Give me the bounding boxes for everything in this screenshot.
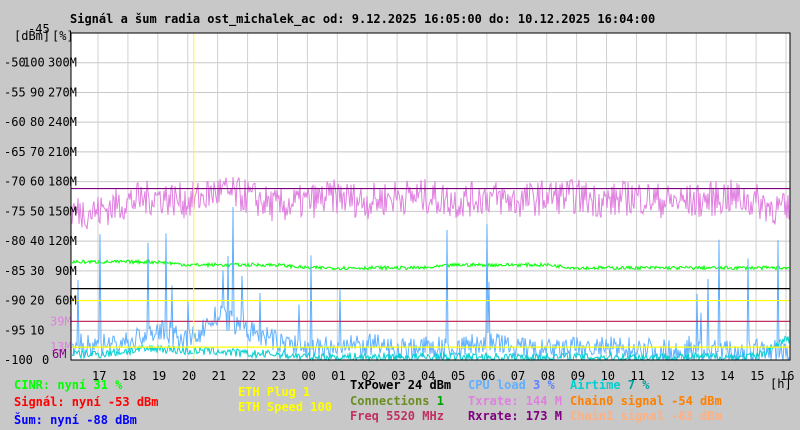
connections-value: 1 [436, 394, 444, 408]
y-tick-m: 60M [55, 294, 77, 308]
y-tick-dbm: -75 [4, 204, 26, 218]
legend-txrate: Txrate: 144 M [468, 394, 562, 408]
x-tick: 05 [451, 369, 465, 383]
x-tick: 00 [301, 369, 315, 383]
legend-signal: Signál: nyní -53 dBm [14, 395, 159, 409]
y-tick-dbm: -100 [4, 353, 33, 367]
legend-airtime: Airtime 7 % [570, 378, 649, 392]
y-tick-extra: 39M [50, 314, 72, 328]
rrd-graph: Signál a šum radia ost_michalek_ac od: 9… [0, 0, 800, 430]
legend-cinr: CINR: nyní 31 % [14, 378, 123, 392]
y-tick-pct: 30 [30, 264, 44, 278]
legend-eth-speed: ETH Speed 100 [238, 400, 332, 414]
y-tick-m: 210M [48, 145, 77, 159]
y-tick-m: 120M [48, 234, 77, 248]
legend-cpu: CPU load 3 % [468, 378, 555, 392]
x-tick: 18 [122, 369, 136, 383]
y-tick-pct: 100 [23, 56, 45, 70]
x-tick: 20 [182, 369, 196, 383]
y-tick-pct: 0 [42, 353, 49, 367]
y-tick-m: 90M [55, 264, 77, 278]
x-tick: 01 [331, 369, 345, 383]
y-tick-m: 300M [48, 56, 77, 70]
legend-rxrate: Rxrate: 173 M [468, 409, 562, 423]
x-tick: 13 [690, 369, 704, 383]
connections-label: Connections [350, 394, 437, 408]
airtime-value: 7 % [627, 378, 650, 392]
y-tick-dbm: -70 [4, 175, 26, 189]
y-tick-pct: 90 [30, 85, 44, 99]
y-tick-pct: 80 [30, 115, 44, 129]
y-tick-pct: 60 [30, 175, 44, 189]
y-tick-pct: 70 [30, 145, 44, 159]
y-tick-dbm: -90 [4, 294, 26, 308]
y-tick-m: 270M [48, 85, 77, 99]
x-tick: 19 [152, 369, 166, 383]
x-tick: 21 [212, 369, 226, 383]
cpu-value: 3 % [533, 378, 555, 392]
airtime-label: Airtime [570, 378, 628, 392]
y-tick-dbm: -95 [4, 323, 26, 337]
signal-noise-chart: Signál a šum radia ost_michalek_ac od: 9… [4, 12, 794, 391]
x-tick: 23 [271, 369, 285, 383]
legend-eth-plug: ETH Plug 1 [238, 385, 311, 399]
y-tick-dbm: -65 [4, 145, 26, 159]
y-tick-m: 240M [48, 115, 77, 129]
y-axis-label-pct: [%] [52, 29, 74, 43]
y-tick-pct: 40 [30, 234, 44, 248]
y-tick-pct: 50 [30, 204, 44, 218]
cpu-label: CPU load [468, 378, 534, 392]
y-tick-pct: 10 [30, 323, 44, 337]
x-tick: 12 [660, 369, 674, 383]
y-tick-dbm: -55 [4, 85, 26, 99]
y-tick-pct: 20 [30, 294, 44, 308]
legend-noise: Šum: nyní -88 dBm [14, 413, 137, 427]
y-tick-dbm: -45 [28, 22, 50, 36]
x-tick: 22 [242, 369, 256, 383]
legend-connections: Connections 1 [350, 394, 444, 408]
x-tick: 14 [720, 369, 734, 383]
legend-chain1: Chain1 signal -63 dBm [570, 409, 722, 423]
y-tick-extra: 6M [52, 347, 66, 361]
x-tick: 15 [750, 369, 764, 383]
y-tick-dbm: -85 [4, 264, 26, 278]
chart-title: Signál a šum radia ost_michalek_ac od: 9… [70, 12, 655, 27]
x-axis-label: [h] [770, 377, 792, 391]
y-tick-m: 180M [48, 175, 77, 189]
y-tick-dbm: -80 [4, 234, 26, 248]
legend-freq: Freq 5520 MHz [350, 409, 444, 423]
legend-txpower: TxPower 24 dBm [350, 378, 452, 392]
y-tick-dbm: -60 [4, 115, 26, 129]
legend-chain0: Chain0 signal -54 dBm [570, 394, 722, 408]
y-tick-m: 150M [48, 204, 77, 218]
